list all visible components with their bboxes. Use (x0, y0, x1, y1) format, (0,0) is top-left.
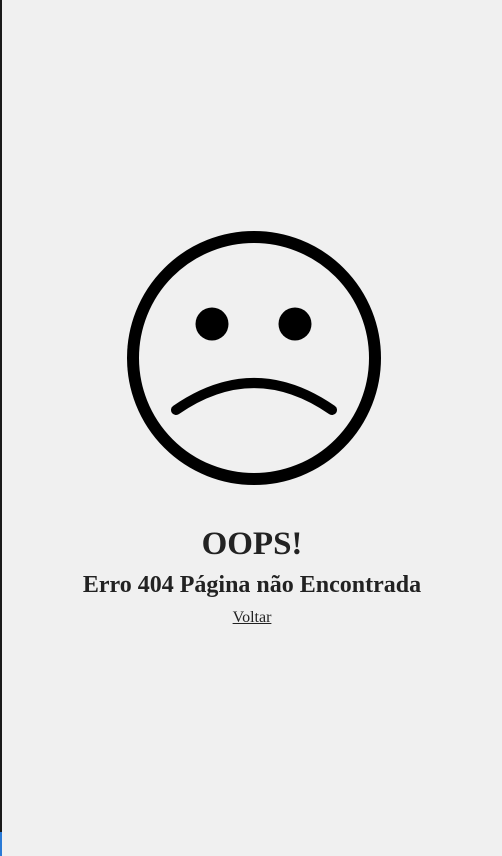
window-left-edge (0, 0, 2, 856)
window-left-edge-accent (0, 832, 2, 856)
sad-face-icon (127, 231, 381, 485)
error-message: Erro 404 Página não Encontrada (82, 572, 422, 598)
back-link-container: Voltar (2, 607, 502, 629)
error-headline: OOPS! (201, 526, 303, 562)
back-link[interactable]: Voltar (233, 609, 272, 626)
